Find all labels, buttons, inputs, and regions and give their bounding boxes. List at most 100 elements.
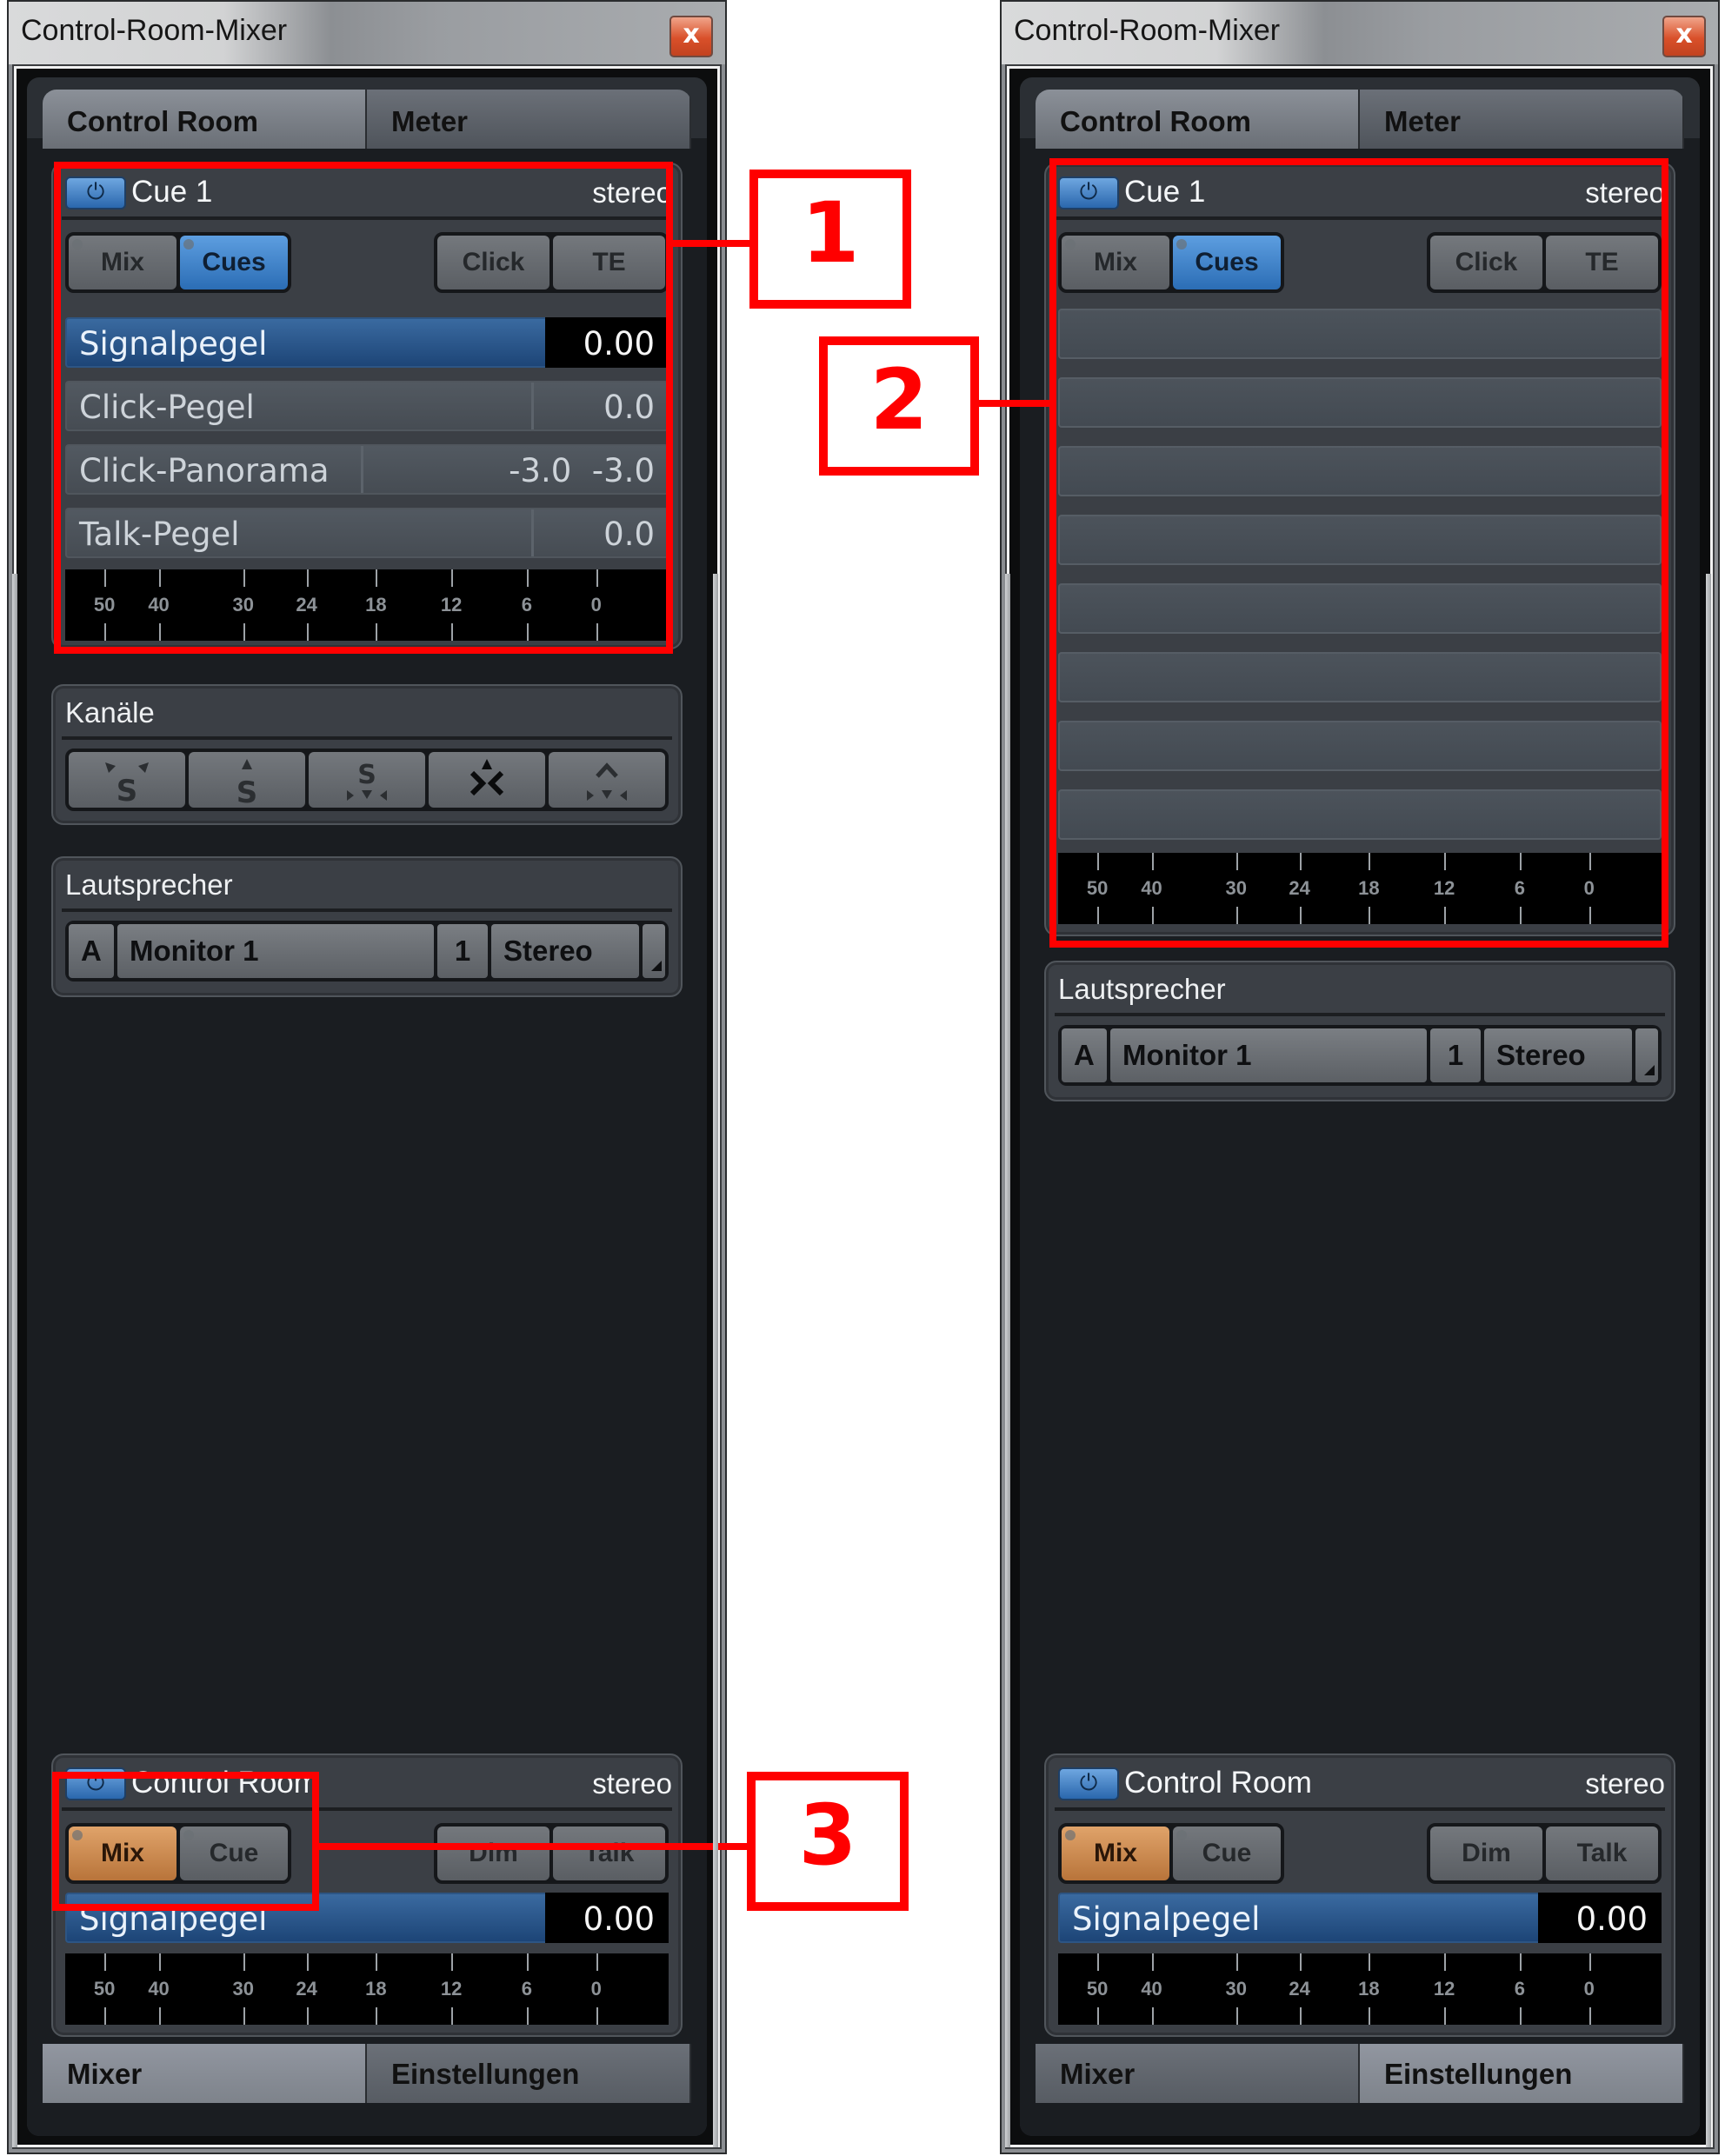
slider-value[interactable]: 0.00 [583, 1900, 655, 1938]
tab-meter[interactable]: Meter [367, 90, 691, 149]
downmix-center-icon [470, 759, 504, 796]
close-button[interactable]: x [669, 16, 713, 57]
meter-tick-top [451, 1953, 454, 1971]
callout-line-3 [317, 1843, 749, 1850]
speaker-name[interactable]: Monitor 1 [1110, 1028, 1427, 1082]
tab-control-room[interactable]: Control Room [43, 90, 367, 149]
callout-line-1 [671, 240, 751, 247]
callout-highlight-3 [52, 1772, 319, 1911]
meter-tick-top [1444, 1953, 1447, 1971]
speaker-number[interactable]: 1 [1430, 1028, 1481, 1082]
callout-number-3: 3 [747, 1772, 909, 1911]
meter-tick-label: 40 [1141, 1978, 1162, 2000]
power-icon[interactable]: ⏻ [1058, 1767, 1119, 1800]
meter-tick-label: 50 [1086, 1978, 1109, 2000]
meter-tick-bottom [1588, 2007, 1591, 2025]
meter-tick-top [376, 1953, 378, 1971]
title-bar[interactable]: Control-Room-Mixer x [9, 2, 725, 64]
speaker-name[interactable]: Monitor 1 [117, 924, 434, 978]
button-label: Dim [1462, 1839, 1511, 1867]
meter-tick-bottom [1369, 2007, 1371, 2025]
meter-tick-label: 12 [440, 1978, 463, 2000]
meter-tick-label: 24 [296, 1978, 317, 2000]
tab-control-room[interactable]: Control Room [1036, 90, 1360, 149]
mix-button[interactable]: Mix [1062, 1827, 1169, 1880]
window-resize-edge[interactable] [713, 574, 718, 2147]
channels-title: Kanäle [65, 696, 155, 729]
talk-button[interactable]: Talk [553, 1827, 665, 1880]
control-room-name: Control Room [1124, 1766, 1312, 1800]
downmix-button[interactable]: S [69, 752, 185, 808]
downmix-button[interactable]: S [189, 752, 305, 808]
meter-tick-top [243, 1953, 245, 1971]
speaker-selector: A Monitor 1 1 Stereo [1058, 1025, 1662, 1086]
close-button[interactable]: x [1662, 16, 1706, 57]
meter-tick-label: 24 [1289, 1978, 1310, 2000]
downmix-front-icon: S [236, 759, 257, 806]
meter-tick-bottom [1235, 2007, 1238, 2025]
meter-tick-top [1299, 1953, 1302, 1971]
window-resize-edge[interactable] [1005, 574, 1010, 2147]
button-label: Cue [1202, 1839, 1252, 1867]
control-room-format: stereo [592, 1767, 672, 1800]
speakers-divider [62, 908, 672, 912]
speakers-panel: Lautsprecher A Monitor 1 1 Stereo [1044, 961, 1675, 1101]
control-room-format: stereo [1585, 1767, 1665, 1800]
slider-label: Signalpegel [1072, 1900, 1261, 1938]
meter-tick-bottom [1151, 2007, 1154, 2025]
downmix-rear-icon: S [347, 760, 387, 801]
cr-option-button-group: Dim Talk [1427, 1823, 1662, 1884]
meter-tick-bottom [526, 2007, 529, 2025]
tab-mixer[interactable]: Mixer [43, 2044, 367, 2103]
meter-tick-label: 6 [521, 1978, 533, 2000]
meter-tick-top [1235, 1953, 1238, 1971]
tab-einstellungen[interactable]: Einstellungen [1360, 2044, 1684, 2103]
downmix-button-group: SSS [65, 749, 669, 811]
dim-button[interactable]: Dim [437, 1827, 549, 1880]
speaker-config[interactable]: Stereo [1484, 1028, 1632, 1082]
speaker-number[interactable]: 1 [437, 924, 488, 978]
top-tabs: Control Room Meter [1036, 90, 1684, 149]
dropdown-corner-icon[interactable] [1635, 1028, 1658, 1082]
window-resize-edge[interactable] [1706, 574, 1711, 2147]
meter-tick-bottom [596, 2007, 598, 2025]
meter-tick-bottom [1444, 2007, 1447, 2025]
meter-tick-label: 40 [148, 1978, 170, 2000]
meter-tick-label: 18 [365, 1978, 387, 2000]
callout-line-2 [977, 400, 1052, 407]
meter-tick-label: 30 [1225, 1978, 1247, 2000]
window-resize-edge[interactable] [12, 574, 17, 2147]
meter-tick-top [1151, 1953, 1154, 1971]
button-label: Mix [1093, 1839, 1137, 1867]
meter-tick-label: 30 [232, 1978, 254, 2000]
dropdown-corner-icon[interactable] [643, 924, 665, 978]
control-room-panel: ⏻ Control Room stereo Mix Cue Dim Talk Signalpe… [1044, 1753, 1675, 2037]
tab-einstellungen[interactable]: Einstellungen [367, 2044, 691, 2103]
slider-signalpegel[interactable]: Signalpegel 0.00 [1058, 1893, 1662, 1943]
speaker-slot[interactable]: A [1062, 1028, 1107, 1082]
cue-button[interactable]: Cue [1173, 1827, 1281, 1880]
downmix-button[interactable] [549, 752, 665, 808]
bottom-tabs: Mixer Einstellungen [1036, 2044, 1684, 2103]
downmix-button[interactable]: S [309, 752, 425, 808]
speakers-title: Lautsprecher [65, 868, 233, 901]
header-divider [1055, 1807, 1665, 1811]
tab-meter[interactable]: Meter [1360, 90, 1684, 149]
meter-tick-label: 0 [590, 1978, 602, 2000]
window-title: Control-Room-Mixer [21, 14, 288, 47]
talk-button[interactable]: Talk [1546, 1827, 1658, 1880]
meter-tick-label: 0 [1583, 1978, 1595, 2000]
title-bar[interactable]: Control-Room-Mixer x [1002, 2, 1718, 64]
dim-button[interactable]: Dim [1430, 1827, 1542, 1880]
speaker-config[interactable]: Stereo [491, 924, 639, 978]
speaker-slot[interactable]: A [69, 924, 114, 978]
meter-tick-bottom [1519, 2007, 1522, 2025]
slider-value[interactable]: 0.00 [1576, 1900, 1648, 1938]
meter-tick-top [1369, 1953, 1371, 1971]
callout-highlight-2 [1049, 158, 1668, 948]
button-label: Talk [1576, 1839, 1628, 1867]
meter-tick-bottom [451, 2007, 454, 2025]
downmix-button[interactable] [429, 752, 545, 808]
channels-divider [62, 736, 672, 740]
tab-mixer[interactable]: Mixer [1036, 2044, 1360, 2103]
